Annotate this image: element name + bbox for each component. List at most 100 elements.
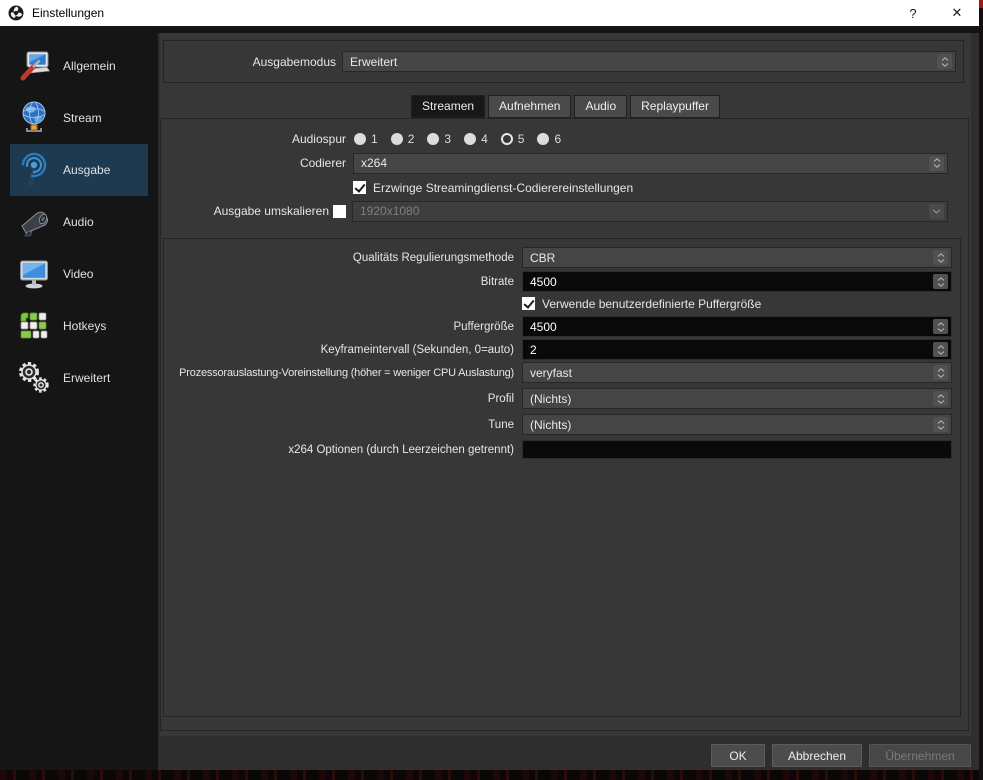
desktop-background-strip <box>0 770 983 780</box>
chevron-down-icon <box>929 203 944 219</box>
audio-track-option-4[interactable]: 4 <box>464 132 488 146</box>
help-button[interactable]: ? <box>891 0 935 26</box>
spinner-arrows-icon[interactable] <box>937 54 952 69</box>
buffer-size-row: Puffergröße 4500 <box>164 316 952 337</box>
audio-track-label: Audiospur <box>291 131 346 146</box>
sidebar-item-video[interactable]: Video <box>10 248 148 300</box>
rescale-value: 1920x1080 <box>360 204 420 218</box>
sidebar-item-hotkeys[interactable]: Hotkeys <box>10 300 148 352</box>
sidebar-item-erweitert[interactable]: Erweitert <box>10 352 148 404</box>
tab-audio[interactable]: Audio <box>574 95 628 118</box>
audio-track-option-3[interactable]: 3 <box>427 132 451 146</box>
output-tabs: Streamen Aufnehmen Audio Replaypuffer <box>160 95 971 118</box>
profile-value: (Nichts) <box>530 391 572 406</box>
sidebar-item-label: Erweitert <box>63 371 111 385</box>
keyframe-interval-input[interactable]: 2 <box>522 339 952 360</box>
custom-buffer-label: Verwende benutzerdefinierte Puffergröße <box>542 296 762 311</box>
spinner-arrows-icon[interactable] <box>933 417 948 432</box>
radio-icon[interactable] <box>537 132 550 145</box>
tune-label: Tune <box>488 418 514 431</box>
enforce-settings-row: Erzwinge Streamingdienst-Codierereinstel… <box>353 180 633 195</box>
audio-track-option-6[interactable]: 6 <box>537 132 561 146</box>
cpu-preset-value: veryfast <box>530 365 573 380</box>
sidebar-item-audio[interactable]: Audio <box>10 196 148 248</box>
spinner-arrows-icon[interactable] <box>933 365 948 380</box>
spinner-arrows-icon[interactable] <box>929 155 944 171</box>
window-body: Allgemein Stream Ausgabe Audio Video Hot… <box>0 26 979 770</box>
spinner-arrows-icon[interactable] <box>933 342 948 357</box>
cpu-preset-select[interactable]: veryfast <box>522 362 952 383</box>
spinner-arrows-icon[interactable] <box>933 250 948 265</box>
tune-value: (Nichts) <box>530 417 572 432</box>
buffer-size-value: 4500 <box>530 319 557 334</box>
bitrate-label: Bitrate <box>480 275 514 288</box>
cancel-button[interactable]: Abbrechen <box>772 744 862 767</box>
audio-track-option-2[interactable]: 2 <box>390 132 414 146</box>
audio-track-row: Audiospur 1 2 3 4 5 6 <box>161 130 948 147</box>
rescale-checkbox[interactable] <box>333 204 346 218</box>
audio-track-option-1[interactable]: 1 <box>354 132 378 146</box>
sidebar-item-label: Allgemein <box>63 59 116 73</box>
enforce-settings-checkbox[interactable] <box>353 181 366 194</box>
keyframe-interval-label: Keyframeintervall (Sekunden, 0=auto) <box>320 343 514 356</box>
sidebar-item-label: Video <box>63 267 94 281</box>
profile-select[interactable]: (Nichts) <box>522 388 952 409</box>
apply-button: Übernehmen <box>869 744 971 767</box>
sidebar-item-stream[interactable]: Stream <box>10 92 148 144</box>
bitrate-input[interactable]: 4500 <box>522 271 952 292</box>
radio-icon[interactable] <box>427 132 440 145</box>
spinner-arrows-icon[interactable] <box>933 319 948 334</box>
cpu-preset-row: Prozessorauslastung-Voreinstellung (höhe… <box>164 362 952 383</box>
ok-button[interactable]: OK <box>711 744 765 767</box>
hotkeys-icon <box>14 306 54 346</box>
radio-icon[interactable] <box>390 132 403 145</box>
dialog-footer: OK Abbrechen Übernehmen <box>711 744 971 767</box>
tune-select[interactable]: (Nichts) <box>522 414 952 435</box>
output-mode-box: Ausgabemodus Erweitert <box>163 40 964 83</box>
radio-label: 4 <box>481 131 488 146</box>
sidebar-item-ausgabe[interactable]: Ausgabe <box>10 144 148 196</box>
rate-control-label: Qualitäts Regulierungsmethode <box>352 251 514 264</box>
radio-label: 5 <box>517 131 525 146</box>
radio-icon[interactable] <box>464 132 477 145</box>
buffer-size-input[interactable]: 4500 <box>522 316 952 337</box>
profile-label: Profil <box>487 392 514 405</box>
radio-icon[interactable] <box>354 132 366 145</box>
window-title: Einstellungen <box>32 6 105 20</box>
spinner-arrows-icon[interactable] <box>933 391 948 406</box>
sidebar-item-allgemein[interactable]: Allgemein <box>10 40 148 92</box>
rescale-select: 1920x1080 <box>352 200 948 222</box>
rate-control-select[interactable]: CBR <box>522 247 952 268</box>
output-mode-select[interactable]: Erweitert <box>342 51 956 72</box>
tab-aufnehmen[interactable]: Aufnehmen <box>488 95 572 118</box>
profile-row: Profil (Nichts) <box>164 388 952 409</box>
obs-logo-icon <box>8 5 24 21</box>
encoder-settings-group: Qualitäts Regulierungsmethode CBR Bitrat… <box>163 238 961 717</box>
x264-options-label: x264 Optionen (durch Leerzeichen getrenn… <box>288 443 514 456</box>
rescale-row: Ausgabe umskalieren 1920x1080 <box>161 200 948 222</box>
enforce-settings-label: Erzwinge Streamingdienst-Codierereinstel… <box>373 180 634 195</box>
tab-streamen[interactable]: Streamen <box>411 95 486 118</box>
custom-buffer-checkbox[interactable] <box>522 297 535 310</box>
radio-label: 6 <box>554 131 562 146</box>
cpu-preset-label: Prozessorauslastung-Voreinstellung (höhe… <box>179 366 514 379</box>
radio-selected-icon[interactable] <box>500 132 513 145</box>
output-settings-panel: Ausgabemodus Erweitert Streamen Aufnehme… <box>160 33 971 736</box>
custom-buffer-row: Verwende benutzerdefinierte Puffergröße <box>522 296 761 311</box>
encoder-select[interactable]: x264 <box>353 152 948 174</box>
titlebar: Einstellungen ? ✕ <box>0 0 979 26</box>
audio-track-option-5[interactable]: 5 <box>500 131 525 146</box>
output-mode-value: Erweitert <box>350 54 398 69</box>
advanced-icon <box>14 358 54 398</box>
sidebar-item-label: Hotkeys <box>63 319 107 333</box>
tab-replaypuffer[interactable]: Replaypuffer <box>630 95 720 118</box>
encoder-label: Codierer <box>299 156 346 170</box>
x264-options-row: x264 Optionen (durch Leerzeichen getrenn… <box>164 440 952 459</box>
stream-icon <box>14 98 54 138</box>
close-button[interactable]: ✕ <box>935 0 979 26</box>
spinner-arrows-icon[interactable] <box>933 274 948 289</box>
rate-control-value: CBR <box>530 250 556 265</box>
output-icon <box>14 150 54 190</box>
x264-options-input[interactable] <box>522 440 952 459</box>
radio-label: 3 <box>444 131 452 146</box>
